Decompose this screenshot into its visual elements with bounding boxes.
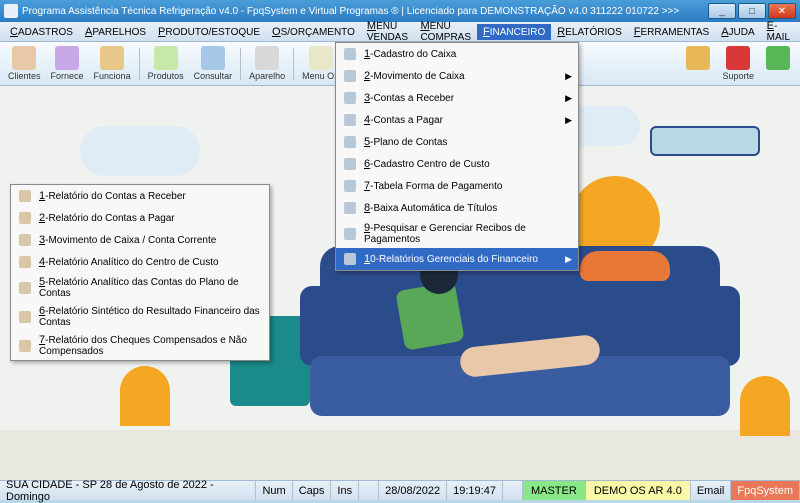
dd-item-8[interactable]: 9-Pesquisar e Gerenciar Recibos de Pagam… xyxy=(336,219,578,248)
right-icon-1 xyxy=(726,46,750,70)
status-spacer2 xyxy=(503,481,523,500)
report-icon xyxy=(17,338,33,354)
menu-financeiro[interactable]: FINANCEIRO xyxy=(477,24,551,40)
dd-icon-4 xyxy=(342,134,358,150)
dd-item-9[interactable]: 10-Relatórios Gerenciais do Financeiro▶ xyxy=(336,248,578,270)
toolbar-right-0[interactable] xyxy=(680,44,716,83)
dd-item-4[interactable]: 5-Plano de Contas xyxy=(336,131,578,153)
Clientes-icon xyxy=(12,46,36,70)
relatorios-submenu: 1-Relatório do Contas a Receber2-Relatór… xyxy=(10,184,270,361)
menu-email[interactable]: E-MAIL xyxy=(761,18,796,45)
dd-item-0[interactable]: 1-Cadastro do Caixa xyxy=(336,43,578,65)
menu-aparelhos[interactable]: APARELHOS xyxy=(79,24,152,40)
report-icon xyxy=(17,232,33,248)
dd-icon-7 xyxy=(342,200,358,216)
toolbar-funciona[interactable]: Funciona xyxy=(90,44,135,83)
dd-item-3[interactable]: 4-Contas a Pagar▶ xyxy=(336,109,578,131)
status-insert: Ins xyxy=(331,481,359,500)
statusbar: SUA CIDADE - SP 28 de Agosto de 2022 - D… xyxy=(0,480,800,500)
status-numlock: Num xyxy=(256,481,292,500)
dd-item-5[interactable]: 6-Cadastro Centro de Custo xyxy=(336,153,578,175)
dd-sub-item-2[interactable]: 3-Movimento de Caixa / Conta Corrente xyxy=(11,229,269,251)
dd-sub-item-3[interactable]: 4-Relatório Analítico do Centro de Custo xyxy=(11,251,269,273)
status-user: MASTER xyxy=(523,481,586,500)
toolbar-clientes[interactable]: Clientes xyxy=(4,44,45,83)
Fornece-icon xyxy=(55,46,79,70)
dd-sub-item-5[interactable]: 6-Relatório Sintético do Resultado Finan… xyxy=(11,302,269,331)
Produtos-icon xyxy=(154,46,178,70)
dd-icon-1 xyxy=(342,68,358,84)
window-controls: _ □ ✕ xyxy=(708,3,796,19)
menu-ferramentas[interactable]: FERRAMENTAS xyxy=(628,24,715,40)
status-capslock: Caps xyxy=(293,481,332,500)
dd-icon-2 xyxy=(342,90,358,106)
dd-sub-item-0[interactable]: 1-Relatório do Contas a Receber xyxy=(11,185,269,207)
dd-icon-9 xyxy=(342,251,358,267)
status-date: 28/08/2022 xyxy=(379,481,447,500)
menu-cadastros[interactable]: CADASTROS xyxy=(4,24,79,40)
dd-sub-item-6[interactable]: 7-Relatório dos Cheques Compensados e Nã… xyxy=(11,331,269,360)
menu-menuvendas[interactable]: MENU VENDAS xyxy=(361,18,415,45)
minimize-button[interactable]: _ xyxy=(708,3,736,19)
report-icon xyxy=(17,188,33,204)
right-icon-2 xyxy=(766,46,790,70)
right-icon-0 xyxy=(686,46,710,70)
dd-icon-3 xyxy=(342,112,358,128)
toolbar-consultar[interactable]: Consultar xyxy=(190,44,237,83)
report-icon xyxy=(17,254,33,270)
menu-relatrios[interactable]: RELATÓRIOS xyxy=(551,24,627,40)
Consultar-icon xyxy=(201,46,225,70)
report-icon xyxy=(17,210,33,226)
dd-item-7[interactable]: 8-Baixa Automática de Títulos xyxy=(336,197,578,219)
app-icon xyxy=(4,4,18,18)
toolbar-right-1[interactable]: Suporte xyxy=(718,44,758,83)
dd-sub-item-4[interactable]: 5-Relatório Analítico das Contas do Plan… xyxy=(11,273,269,302)
financeiro-dropdown: 1-Cadastro do Caixa2-Movimento de Caixa▶… xyxy=(335,42,579,271)
chevron-right-icon: ▶ xyxy=(565,254,572,265)
status-brand[interactable]: FpqSystem xyxy=(731,481,800,500)
dd-icon-0 xyxy=(342,46,358,62)
menu-menucompras[interactable]: MENU COMPRAS xyxy=(414,18,477,45)
window-title: Programa Assistência Técnica Refrigeraçã… xyxy=(22,6,708,17)
chevron-right-icon: ▶ xyxy=(565,115,572,126)
toolbar-right-2[interactable] xyxy=(760,44,796,83)
toolbar-produtos[interactable]: Produtos xyxy=(144,44,188,83)
status-spacer xyxy=(359,481,379,500)
chevron-right-icon: ▶ xyxy=(565,71,572,82)
Funciona-icon xyxy=(100,46,124,70)
menubar: CADASTROSAPARELHOSPRODUTO/ESTOQUEOS/ORÇA… xyxy=(0,22,800,42)
dd-icon-6 xyxy=(342,178,358,194)
dd-item-1[interactable]: 2-Movimento de Caixa▶ xyxy=(336,65,578,87)
dd-icon-8 xyxy=(342,226,358,242)
dd-item-2[interactable]: 3-Contas a Receber▶ xyxy=(336,87,578,109)
menu-produtoestoque[interactable]: PRODUTO/ESTOQUE xyxy=(152,24,266,40)
menu-osoramento[interactable]: OS/ORÇAMENTO xyxy=(266,24,361,40)
report-icon xyxy=(17,309,33,325)
maximize-button[interactable]: □ xyxy=(738,3,766,19)
report-icon xyxy=(17,280,33,296)
Menu OS-icon xyxy=(309,46,333,70)
Aparelho-icon xyxy=(255,46,279,70)
status-license: DEMO OS AR 4.0 xyxy=(586,481,691,500)
status-location: SUA CIDADE - SP 28 de Agosto de 2022 - D… xyxy=(0,481,256,500)
status-time: 19:19:47 xyxy=(447,481,503,500)
dd-item-6[interactable]: 7-Tabela Forma de Pagamento xyxy=(336,175,578,197)
menu-ajuda[interactable]: AJUDA xyxy=(715,24,760,40)
chevron-right-icon: ▶ xyxy=(565,93,572,104)
toolbar-aparelho[interactable]: Aparelho xyxy=(245,44,289,83)
dd-sub-item-1[interactable]: 2-Relatório do Contas a Pagar xyxy=(11,207,269,229)
status-email[interactable]: Email xyxy=(691,481,732,500)
close-button[interactable]: ✕ xyxy=(768,3,796,19)
toolbar-fornece[interactable]: Fornece xyxy=(47,44,88,83)
dd-icon-5 xyxy=(342,156,358,172)
